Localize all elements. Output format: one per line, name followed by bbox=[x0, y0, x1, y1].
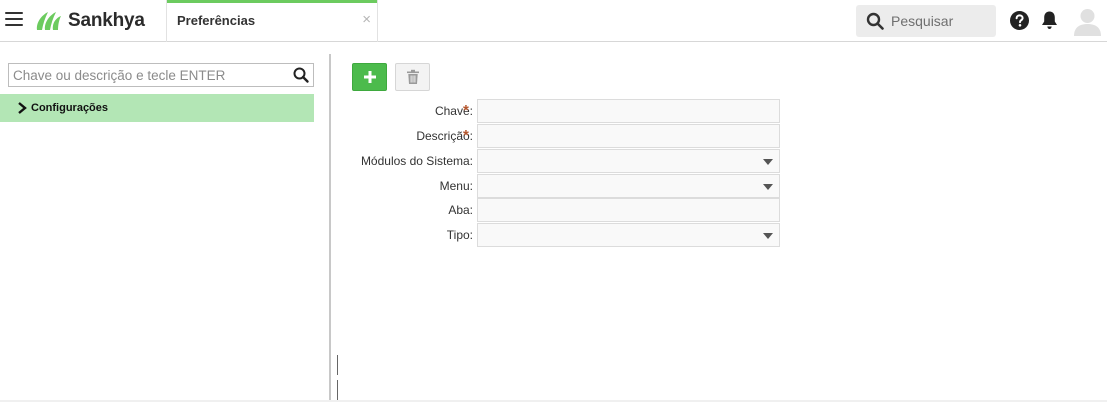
tree-filter[interactable] bbox=[8, 63, 314, 87]
chave-field[interactable] bbox=[477, 99, 780, 123]
menu-select[interactable] bbox=[477, 174, 780, 198]
tree-item-label: Configurações bbox=[31, 102, 109, 114]
global-search[interactable] bbox=[856, 5, 996, 37]
field-row-descricao: Descrição: * bbox=[340, 124, 780, 148]
caret-down-icon[interactable] bbox=[763, 159, 773, 165]
plus-icon bbox=[363, 71, 376, 83]
user-avatar-icon[interactable] bbox=[1074, 7, 1101, 36]
field-row-menu: Menu: bbox=[340, 174, 780, 198]
descricao-input[interactable] bbox=[478, 125, 779, 147]
modulos-select-value[interactable] bbox=[478, 150, 779, 172]
field-row-modulos: Módulos do Sistema: bbox=[340, 149, 780, 173]
tab-label: Preferências bbox=[177, 13, 256, 28]
brand-name: Sankhya bbox=[68, 10, 145, 31]
required-mark: * bbox=[463, 127, 469, 144]
field-row-chave: Chave: * bbox=[340, 99, 780, 123]
panel-splitter[interactable] bbox=[329, 54, 331, 402]
aba-input[interactable] bbox=[478, 199, 779, 221]
help-icon[interactable] bbox=[1010, 11, 1029, 30]
top-bar: Sankhya Preferências × bbox=[0, 0, 1107, 42]
search-icon[interactable] bbox=[292, 66, 310, 84]
tree-filter-input[interactable] bbox=[9, 64, 292, 86]
chave-input[interactable] bbox=[478, 100, 779, 122]
hamburger-icon[interactable] bbox=[5, 12, 23, 28]
delete-button[interactable] bbox=[395, 63, 430, 91]
sankhya-logo-icon bbox=[36, 12, 61, 30]
left-panel: Configurações bbox=[0, 43, 329, 402]
tab-preferencias[interactable]: Preferências × bbox=[166, 0, 378, 42]
close-tab-button[interactable]: × bbox=[362, 11, 371, 29]
caret-down-icon[interactable] bbox=[763, 233, 773, 239]
menu-select-value[interactable] bbox=[478, 175, 779, 197]
search-icon bbox=[866, 12, 884, 30]
trash-icon bbox=[406, 69, 419, 84]
splitter-grip-icon[interactable] bbox=[337, 355, 342, 400]
tipo-select-value[interactable] bbox=[478, 224, 779, 246]
modulos-select[interactable] bbox=[477, 149, 780, 173]
add-button[interactable] bbox=[352, 63, 387, 91]
field-label-tipo: Tipo: bbox=[446, 228, 473, 242]
brand-logo[interactable]: Sankhya bbox=[34, 9, 145, 33]
field-row-aba: Aba: bbox=[340, 198, 780, 222]
field-label-modulos: Módulos do Sistema: bbox=[360, 154, 473, 168]
field-row-tipo: Tipo: bbox=[340, 223, 780, 247]
descricao-field[interactable] bbox=[477, 124, 780, 148]
tree-item-configuracoes[interactable]: Configurações bbox=[0, 94, 314, 122]
required-mark: * bbox=[463, 102, 469, 119]
field-label-aba: Aba: bbox=[448, 203, 473, 217]
tipo-select[interactable] bbox=[477, 223, 780, 247]
chevron-right-icon[interactable] bbox=[16, 102, 28, 114]
search-input[interactable] bbox=[891, 13, 991, 29]
field-label-menu: Menu: bbox=[439, 179, 473, 193]
caret-down-icon[interactable] bbox=[763, 184, 773, 190]
tab-active-indicator bbox=[167, 0, 377, 3]
bell-icon[interactable] bbox=[1041, 10, 1058, 30]
aba-field[interactable] bbox=[477, 198, 780, 222]
